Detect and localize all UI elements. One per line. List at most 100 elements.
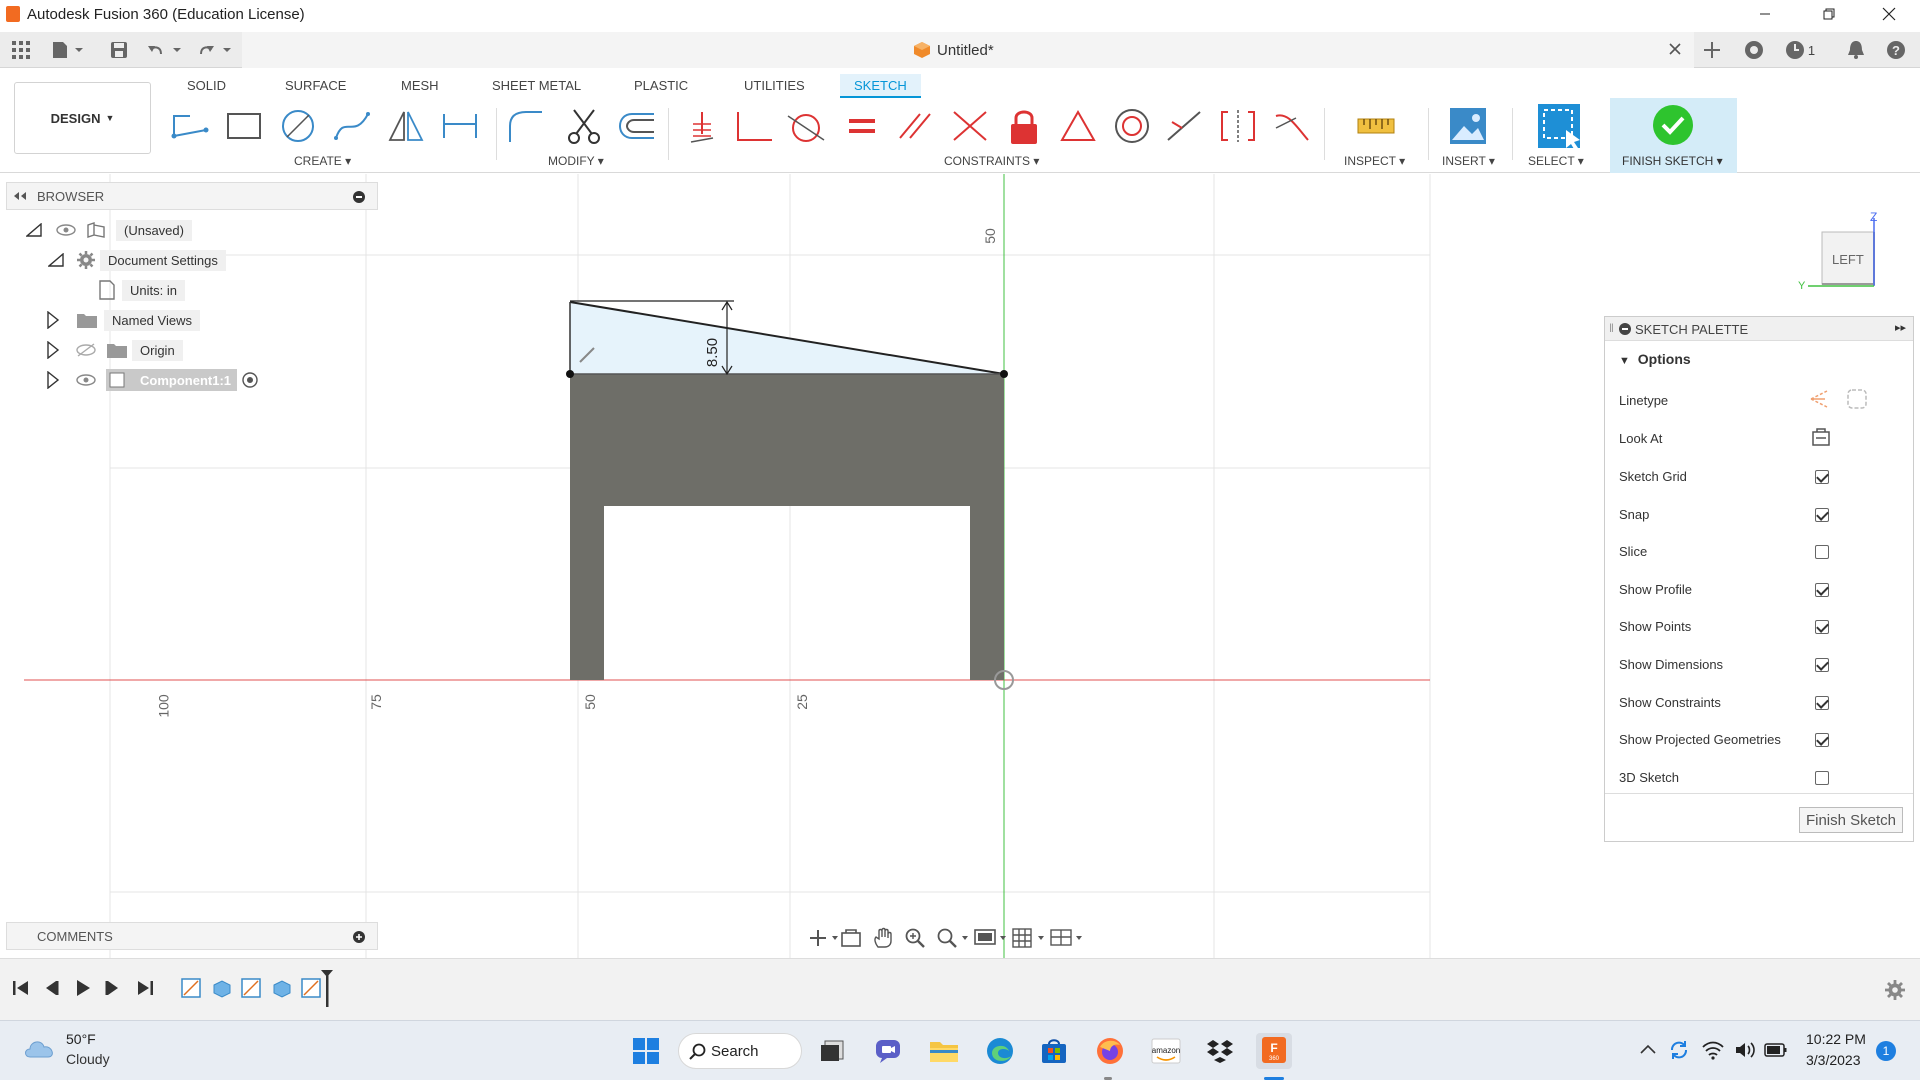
curvature-constraint-icon[interactable] bbox=[1270, 104, 1314, 148]
notification-bell-icon[interactable] bbox=[1844, 38, 1868, 62]
tree-item-named-views[interactable]: Named Views bbox=[46, 308, 200, 332]
tab-solid[interactable]: SOLID bbox=[183, 74, 230, 98]
expand-palette-icon[interactable]: ▸▸ bbox=[1895, 321, 1906, 334]
dimension-label[interactable]: 8.50 bbox=[704, 338, 721, 367]
midpoint-constraint-icon[interactable] bbox=[1056, 104, 1100, 148]
construction-linetype-icon[interactable] bbox=[1807, 387, 1831, 411]
orbit-icon[interactable] bbox=[808, 928, 840, 948]
file-menu-icon[interactable] bbox=[50, 38, 86, 62]
timeline-feature-sketch-icon[interactable] bbox=[180, 977, 202, 999]
create-group-label[interactable]: CREATE ▾ bbox=[294, 154, 351, 168]
circle-tool-icon[interactable] bbox=[276, 104, 320, 148]
new-tab-plus-icon[interactable] bbox=[1700, 38, 1724, 62]
palette-option-checkbox[interactable] bbox=[1815, 582, 1829, 597]
coincident-constraint-icon[interactable] bbox=[732, 104, 776, 148]
weather-cloud-icon[interactable] bbox=[22, 1035, 58, 1061]
spline-tool-icon[interactable] bbox=[330, 104, 374, 148]
modify-group-label[interactable]: MODIFY ▾ bbox=[548, 154, 604, 168]
fusion360-taskbar-icon[interactable]: F 360 bbox=[1256, 1033, 1292, 1069]
step-back-icon[interactable] bbox=[42, 979, 60, 997]
tree-item-component[interactable]: Component1:1 bbox=[46, 368, 259, 392]
timeline-feature-extrude-icon[interactable] bbox=[210, 977, 232, 999]
line-tool-icon[interactable] bbox=[168, 104, 212, 148]
options-section[interactable]: ▼ Options bbox=[1619, 351, 1691, 367]
clock-date[interactable]: 3/3/2023 bbox=[1806, 1052, 1861, 1068]
clock-time[interactable]: 10:22 PM bbox=[1806, 1031, 1866, 1047]
job-status-icon[interactable]: 1 bbox=[1780, 38, 1820, 62]
timeline-feature-sketch-icon[interactable] bbox=[300, 977, 322, 999]
play-icon[interactable] bbox=[74, 979, 92, 997]
palette-option-checkbox[interactable] bbox=[1815, 507, 1829, 522]
palette-option-checkbox[interactable] bbox=[1815, 470, 1829, 484]
save-icon[interactable] bbox=[108, 38, 130, 62]
file-explorer-icon[interactable] bbox=[926, 1033, 962, 1069]
browser-options-icon[interactable] bbox=[353, 191, 365, 203]
collapse-panel-icon[interactable] bbox=[13, 191, 27, 201]
look-at-nav-icon[interactable] bbox=[840, 928, 872, 948]
pan-hand-icon[interactable] bbox=[872, 927, 904, 949]
battery-icon[interactable] bbox=[1764, 1042, 1788, 1058]
fix-constraint-icon[interactable] bbox=[680, 104, 724, 148]
workspace-switcher[interactable]: DESIGN ▼ bbox=[14, 82, 151, 154]
taskbar-search[interactable]: Search bbox=[678, 1033, 802, 1069]
tab-utilities[interactable]: UTILITIES bbox=[740, 74, 809, 98]
help-icon[interactable]: ? bbox=[1884, 38, 1908, 62]
tree-item-document-settings[interactable]: Document Settings bbox=[48, 248, 226, 272]
extensions-icon[interactable] bbox=[1742, 38, 1766, 62]
grid-settings-icon[interactable] bbox=[1012, 927, 1050, 949]
centerline-linetype-icon[interactable] bbox=[1845, 387, 1869, 411]
dropbox-icon[interactable] bbox=[1202, 1033, 1238, 1069]
timeline-feature-extrude-icon[interactable] bbox=[270, 977, 292, 999]
step-forward-icon[interactable] bbox=[104, 979, 122, 997]
viewcube[interactable]: LEFT Z Y bbox=[1792, 210, 1896, 306]
equal-constraint-icon[interactable] bbox=[840, 104, 884, 148]
collinear-constraint-icon[interactable] bbox=[1162, 104, 1206, 148]
minimize-button[interactable] bbox=[1742, 0, 1788, 28]
display-settings-icon[interactable] bbox=[974, 927, 1012, 949]
data-panel-grid-icon[interactable] bbox=[10, 38, 32, 62]
select-tool-icon[interactable] bbox=[1536, 104, 1580, 149]
tree-item-unsaved[interactable]: (Unsaved) bbox=[26, 218, 192, 242]
inspect-group-label[interactable]: INSPECT ▾ bbox=[1344, 154, 1405, 168]
mirror-tool-icon[interactable] bbox=[384, 104, 428, 148]
tangent-constraint-icon[interactable] bbox=[784, 104, 828, 148]
offset-tool-icon[interactable] bbox=[614, 104, 658, 148]
zoom-window-icon[interactable] bbox=[936, 927, 974, 949]
drag-handle-icon[interactable]: ‖ bbox=[1609, 321, 1614, 335]
insert-image-icon[interactable] bbox=[1446, 104, 1490, 148]
close-tab-icon[interactable] bbox=[1668, 42, 1682, 56]
palette-option-checkbox[interactable] bbox=[1815, 733, 1829, 748]
look-at-icon[interactable] bbox=[1811, 427, 1831, 447]
perpendicular-constraint-icon[interactable] bbox=[948, 104, 992, 148]
palette-finish-sketch-button[interactable]: Finish Sketch bbox=[1799, 807, 1903, 833]
timeline-feature-sketch-icon[interactable] bbox=[240, 977, 262, 999]
edge-browser-icon[interactable] bbox=[982, 1033, 1018, 1069]
zoom-icon[interactable] bbox=[904, 927, 936, 949]
close-window-button[interactable] bbox=[1866, 0, 1912, 28]
dimension-tool-icon[interactable] bbox=[438, 104, 482, 148]
go-to-end-icon[interactable] bbox=[136, 979, 154, 997]
windows-start-icon[interactable] bbox=[628, 1033, 664, 1069]
teams-chat-icon[interactable] bbox=[870, 1033, 906, 1069]
wifi-icon[interactable] bbox=[1702, 1040, 1724, 1060]
symmetry-constraint-icon[interactable] bbox=[1216, 104, 1260, 148]
tree-item-origin[interactable]: Origin bbox=[46, 338, 183, 362]
task-view-icon[interactable] bbox=[814, 1033, 850, 1069]
microsoft-store-icon[interactable] bbox=[1036, 1033, 1072, 1069]
trim-scissors-icon[interactable] bbox=[562, 104, 606, 148]
measure-icon[interactable] bbox=[1354, 104, 1398, 148]
constraints-group-label[interactable]: CONSTRAINTS ▾ bbox=[944, 154, 1039, 168]
tree-item-units[interactable]: Units: in bbox=[98, 278, 185, 302]
firefox-icon[interactable] bbox=[1092, 1033, 1128, 1069]
sync-icon[interactable] bbox=[1668, 1039, 1690, 1061]
redo-icon[interactable] bbox=[196, 38, 234, 62]
tab-sheet-metal[interactable]: SHEET METAL bbox=[488, 74, 585, 98]
show-hidden-icons-chevron-icon[interactable] bbox=[1640, 1043, 1656, 1055]
notification-center-badge[interactable]: 1 bbox=[1876, 1041, 1896, 1061]
select-group-label[interactable]: SELECT ▾ bbox=[1528, 154, 1584, 168]
tab-plastic[interactable]: PLASTIC bbox=[630, 74, 692, 98]
timeline-settings-gear-icon[interactable] bbox=[1884, 979, 1906, 1001]
palette-option-checkbox[interactable] bbox=[1815, 658, 1829, 672]
palette-option-checkbox[interactable] bbox=[1815, 770, 1829, 785]
tab-sketch[interactable]: SKETCH bbox=[840, 74, 921, 98]
